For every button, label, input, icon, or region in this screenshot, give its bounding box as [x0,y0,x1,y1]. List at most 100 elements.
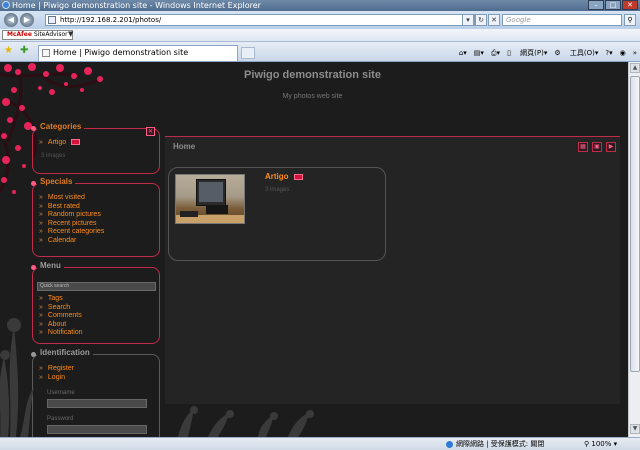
feeds-icon[interactable]: ▤▾ [474,49,484,57]
tools-menu[interactable]: ⚙ 工具(O)▾ [554,48,598,58]
main-content: Home ▦ ▣ ▶ Artigo 3 images [165,136,620,404]
page-menu[interactable]: ▯ 網頁(P)▾ [507,48,547,58]
identification-label: Login [47,373,66,381]
collapse-icon[interactable]: ✕ [146,127,155,136]
tab-title: Home | Piwigo demonstration site [53,48,189,57]
mail-icon [71,139,81,146]
mail-icon [293,173,303,180]
refresh-button[interactable]: ↻ [475,14,487,26]
more-tools-icon[interactable]: » [633,49,637,57]
password-label: Password [47,416,74,422]
chevron-down-icon[interactable]: ▼ [68,30,73,38]
username-field[interactable] [47,399,147,408]
specials-most-visited[interactable]: » Most visited [39,194,104,203]
identification-list: » Register » Login [39,365,74,382]
menu-notification[interactable]: » Notification [39,329,83,338]
navigation-bar: ◀ ▶ http://192.168.2.201/photos/ ▾ ↻ ✕ G… [0,11,640,29]
maximize-button[interactable]: □ [605,0,621,10]
content-actions: ▦ ▣ ▶ [574,142,616,152]
album-card[interactable]: Artigo 3 images [168,167,386,261]
specials-label: Best rated [47,202,80,210]
menu-about[interactable]: » About [39,321,83,330]
quick-search-input[interactable]: Quick search [37,282,156,291]
specials-recent-categories[interactable]: » Recent categories [39,228,104,237]
scroll-up-arrow[interactable]: ▲ [630,63,640,73]
menu-box: Menu Quick search » Tags » Search » Comment… [31,261,160,344]
favorites-star-icon[interactable]: ★ [4,46,13,56]
back-button[interactable]: ◀ [4,13,18,27]
command-bar: ⌂▾ ▤▾ ⎙▾ ▯ 網頁(P)▾ ⚙ 工具(O)▾ ?▾ ◉ » [452,46,640,60]
breadcrumb[interactable]: Home [173,142,195,151]
flower-decoration-bottom [178,406,314,437]
scroll-down-arrow[interactable]: ▼ [630,424,640,434]
menu-comments[interactable]: » Comments [39,312,83,321]
specials-best-rated[interactable]: » Best rated [39,203,104,212]
album-thumbnail[interactable] [175,174,245,224]
page-menu-label: 網頁(P) [520,49,544,57]
address-bar[interactable]: http://192.168.2.201/photos/ [45,14,475,26]
home-icon[interactable]: ⌂▾ [459,49,467,57]
zoom-level[interactable]: ⚲ 100% ▾ [584,438,617,450]
category-label: Artigo [47,139,67,146]
forward-button[interactable]: ▶ [20,13,34,27]
add-favorites-icon[interactable]: ✚ [20,46,28,56]
address-dropdown-button[interactable]: ▾ [462,14,474,26]
globe-icon [446,440,453,448]
window-title: Home | Piwigo demonstration site - Windo… [12,1,261,10]
site-title: Piwigo demonstration site [244,69,381,81]
pin-icon [31,352,36,357]
print-icon[interactable]: ⎙▾ [491,49,500,58]
scrollbar-thumb[interactable] [630,76,640,372]
identification-box: Identification » Register » Login Username… [31,348,160,437]
menu-label: Comments [47,312,82,319]
window-title-bar: Home | Piwigo demonstration site - Windo… [0,0,640,11]
zoom-value: 100% [591,440,612,448]
close-button[interactable]: ✕ [622,0,638,10]
ie-logo-icon [2,1,10,9]
category-item-artigo[interactable]: » Artigo [39,139,81,148]
menu-label: Notification [47,329,83,336]
password-field[interactable] [47,425,147,434]
specials-calendar[interactable]: » Calendar [39,237,104,246]
login-link[interactable]: » Login [39,374,74,383]
menu-tags[interactable]: » Tags [39,295,83,304]
tab-home[interactable]: Home | Piwigo demonstration site [38,45,238,61]
specials-label: Recent pictures [47,219,97,227]
slideshow-icon[interactable]: ▶ [606,142,616,152]
minimize-button[interactable]: – [588,0,604,10]
security-zone[interactable]: 網際網路 | 受保護模式: 關閉 [446,438,544,450]
stop-button[interactable]: ✕ [488,14,500,26]
mcafee-brand: McAfee [7,31,32,38]
tools-menu-label: 工具(O) [569,49,595,57]
album-name-link[interactable]: Artigo [265,172,303,181]
menu-label: Tags [47,295,63,302]
pin-icon [31,126,36,131]
categories-title: Categories [37,122,85,131]
menu-title: Menu [37,261,64,270]
pin-icon [31,265,36,270]
menu-label: About [47,320,67,328]
tab-page-icon [42,49,50,57]
mcafee-toolbar: McAfee SiteAdvisor ▼ [0,29,640,42]
specials-random-pictures[interactable]: » Random pictures [39,211,104,220]
calendar-icon[interactable]: ▣ [592,142,602,152]
status-bar: 網際網路 | 受保護模式: 關閉 ⚲ 100% ▾ [0,437,640,450]
search-input[interactable]: Google [502,14,622,26]
page-viewport: Piwigo demonstration site My photos web … [0,62,628,437]
thumbnail-view-icon[interactable]: ▦ [578,142,588,152]
categories-list: » Artigo [39,139,81,148]
tab-bar: ★ ✚ Home | Piwigo demonstration site ⌂▾ … [0,42,640,62]
register-link[interactable]: » Register [39,365,74,374]
search-icon[interactable]: ⚲ [624,14,636,26]
help-icon[interactable]: ?▾ [605,49,612,57]
vertical-scrollbar[interactable]: ▲ ▼ [628,62,640,437]
mcafee-siteadvisor-button[interactable]: McAfee SiteAdvisor [2,30,73,40]
specials-recent-pictures[interactable]: » Recent pictures [39,220,104,229]
menu-search[interactable]: » Search [39,304,83,313]
identification-title: Identification [37,348,93,357]
specials-list: » Most visited » Best rated » Random pictur… [39,194,104,245]
research-icon[interactable]: ◉ [620,49,626,57]
specials-label: Most visited [47,194,85,201]
new-tab-button[interactable] [241,47,255,59]
quick-search-placeholder: Quick search [40,283,70,289]
